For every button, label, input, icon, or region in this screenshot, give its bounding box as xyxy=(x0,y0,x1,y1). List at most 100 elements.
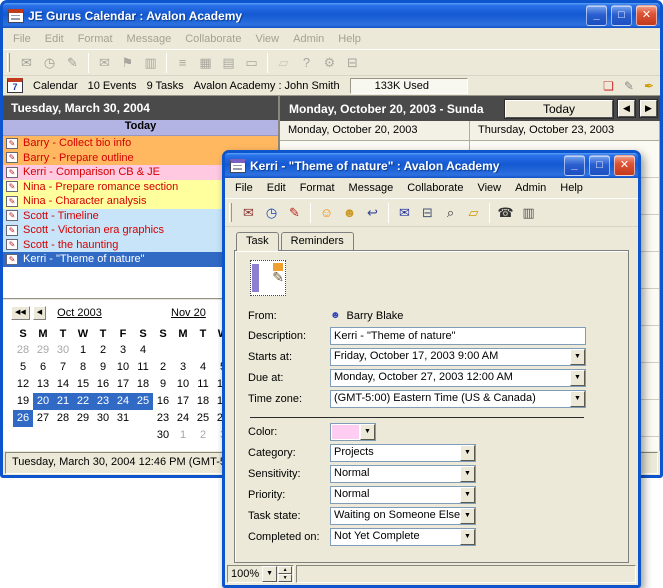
calendar-day-25[interactable]: 25 xyxy=(133,393,153,410)
dialog-maximize-button[interactable]: □ xyxy=(589,155,610,176)
calendar-day-18[interactable]: 18 xyxy=(193,393,213,410)
month-link-nov[interactable]: Nov 20 xyxy=(171,307,206,319)
phone-add-icon[interactable]: ☎ xyxy=(494,202,517,223)
toolbar-handle[interactable] xyxy=(7,53,10,72)
calendar-day-6[interactable]: 6 xyxy=(33,359,53,376)
calendar-day-4[interactable]: 4 xyxy=(193,359,213,376)
sensitivity-dropdown-button[interactable]: ▼ xyxy=(460,466,475,482)
person-icon[interactable]: ☻ xyxy=(338,202,361,223)
month-view-icon[interactable]: ▦ xyxy=(194,52,217,73)
calendar-day-9[interactable]: 9 xyxy=(153,376,173,393)
calendar-day-12[interactable]: 12 xyxy=(13,376,33,393)
calendar-day-11[interactable]: 11 xyxy=(193,376,213,393)
menu-format[interactable]: Format xyxy=(72,31,119,47)
calendar-day-16[interactable]: 16 xyxy=(93,376,113,393)
calendar-day-10[interactable]: 10 xyxy=(173,376,193,393)
calendar-day-3[interactable]: 3 xyxy=(113,342,133,359)
calendar-day-21[interactable]: 21 xyxy=(53,393,73,410)
menu-edit[interactable]: Edit xyxy=(261,180,292,196)
month-link-oct[interactable]: Oct 2003 xyxy=(57,307,102,319)
calendar-day-19[interactable]: 19 xyxy=(13,393,33,410)
calendar-day-11[interactable]: 11 xyxy=(133,359,153,376)
calendar-day-30[interactable]: 30 xyxy=(153,427,173,444)
priority-select[interactable]: Normal▼ xyxy=(330,486,476,504)
print-icon[interactable]: ⊟ xyxy=(341,52,364,73)
calendar-day-29[interactable]: 29 xyxy=(33,342,53,359)
maximize-button[interactable]: □ xyxy=(611,5,632,26)
color-select[interactable]: ▼ xyxy=(330,423,376,441)
signature-icon[interactable]: ✒ xyxy=(644,79,654,93)
calendar-day-31[interactable]: 31 xyxy=(113,410,133,427)
calendar-day-30[interactable]: 30 xyxy=(93,410,113,427)
toolbar-handle[interactable] xyxy=(229,203,232,222)
starts-at-dropdown-button[interactable]: ▼ xyxy=(570,349,585,365)
calendar-day-28[interactable]: 28 xyxy=(13,342,33,359)
calendar-day-23[interactable]: 23 xyxy=(93,393,113,410)
calendar-day-8[interactable]: 8 xyxy=(73,359,93,376)
mail-schedule-icon[interactable]: ✉ xyxy=(15,52,38,73)
priority-dropdown-button[interactable]: ▼ xyxy=(460,487,475,503)
starts-at-select[interactable]: Friday, October 17, 2003 9:00 AM▼ xyxy=(330,348,586,366)
menu-help[interactable]: Help xyxy=(554,180,589,196)
flag-icon[interactable]: ⚑ xyxy=(116,52,139,73)
task-state-select[interactable]: Waiting on Someone Else▼ xyxy=(330,507,476,525)
menu-message[interactable]: Message xyxy=(343,180,400,196)
calendar-day-22[interactable]: 22 xyxy=(73,393,93,410)
trash-icon[interactable]: ▥ xyxy=(139,52,162,73)
calendar-day-26[interactable]: 26 xyxy=(13,410,33,427)
today-button[interactable]: Today xyxy=(505,100,613,118)
menu-format[interactable]: Format xyxy=(294,180,341,196)
calendar-day-20[interactable]: 20 xyxy=(33,393,53,410)
search-icon[interactable]: ⌕ xyxy=(439,202,462,223)
folder-icon[interactable]: ▱ xyxy=(462,202,485,223)
note-edit-icon[interactable]: ✎ xyxy=(61,52,84,73)
close-button[interactable]: ✕ xyxy=(636,5,657,26)
minimize-button[interactable]: _ xyxy=(586,5,607,26)
prev-week-button[interactable]: ◀ xyxy=(618,100,635,117)
mail-list-icon[interactable]: ✉ xyxy=(93,52,116,73)
due-at-select[interactable]: Monday, October 27, 2003 12:00 AM▼ xyxy=(330,369,586,387)
calendar-day-5[interactable]: 5 xyxy=(13,359,33,376)
menu-edit[interactable]: Edit xyxy=(39,31,70,47)
tab-reminders[interactable]: Reminders xyxy=(281,232,354,250)
calendar-day-28[interactable]: 28 xyxy=(53,410,73,427)
calendar-day-24[interactable]: 24 xyxy=(113,393,133,410)
day-column-header-monday[interactable]: Monday, October 20, 2003 xyxy=(280,121,470,140)
mail-reply-icon[interactable]: ↩ xyxy=(361,202,384,223)
day-view-icon[interactable]: ▭ xyxy=(240,52,263,73)
calendar-day-29[interactable]: 29 xyxy=(73,410,93,427)
forward-icon[interactable]: ☺ xyxy=(315,202,338,223)
note-edit-icon[interactable]: ✎ xyxy=(283,202,306,223)
folder-icon[interactable]: ▱ xyxy=(272,52,295,73)
menu-help[interactable]: Help xyxy=(332,31,367,47)
calendar-day-30[interactable]: 30 xyxy=(53,342,73,359)
menu-file[interactable]: File xyxy=(7,31,37,47)
calendar-day-2[interactable]: 2 xyxy=(93,342,113,359)
pencil-icon[interactable]: ✎ xyxy=(624,79,634,93)
calendar-day-18[interactable]: 18 xyxy=(133,376,153,393)
calendar-day-2[interactable]: 2 xyxy=(153,359,173,376)
tools-icon[interactable]: ⚙ xyxy=(318,52,341,73)
calendar-day-16[interactable]: 16 xyxy=(153,393,173,410)
calendar-day-1[interactable]: 1 xyxy=(173,427,193,444)
calendar-day-25[interactable]: 25 xyxy=(193,410,213,427)
menu-admin[interactable]: Admin xyxy=(509,180,552,196)
calendar-day-3[interactable]: 3 xyxy=(173,359,193,376)
calendar-day-10[interactable]: 10 xyxy=(113,359,133,376)
category-select[interactable]: Projects▼ xyxy=(330,444,476,462)
notes-icon[interactable]: ❏ xyxy=(603,79,614,93)
dialog-close-button[interactable]: ✕ xyxy=(614,155,635,176)
menu-view[interactable]: View xyxy=(249,31,285,47)
clock-icon[interactable]: ◷ xyxy=(38,52,61,73)
mail-properties-icon[interactable]: ✉ xyxy=(393,202,416,223)
week-view-icon[interactable]: ▤ xyxy=(217,52,240,73)
task-item-barry-collect-bio-info[interactable]: ✎Barry - Collect bio info xyxy=(3,136,278,151)
tab-task[interactable]: Task xyxy=(236,232,279,251)
clock-icon[interactable]: ◷ xyxy=(260,202,283,223)
task-state-dropdown-button[interactable]: ▼ xyxy=(460,508,475,524)
calendar-day-17[interactable]: 17 xyxy=(113,376,133,393)
time-zone-dropdown-button[interactable]: ▼ xyxy=(570,391,585,407)
zoom-up-button[interactable]: ▲ xyxy=(278,566,292,574)
color-dropdown-button[interactable]: ▼ xyxy=(360,424,375,440)
menu-collaborate[interactable]: Collaborate xyxy=(179,31,247,47)
